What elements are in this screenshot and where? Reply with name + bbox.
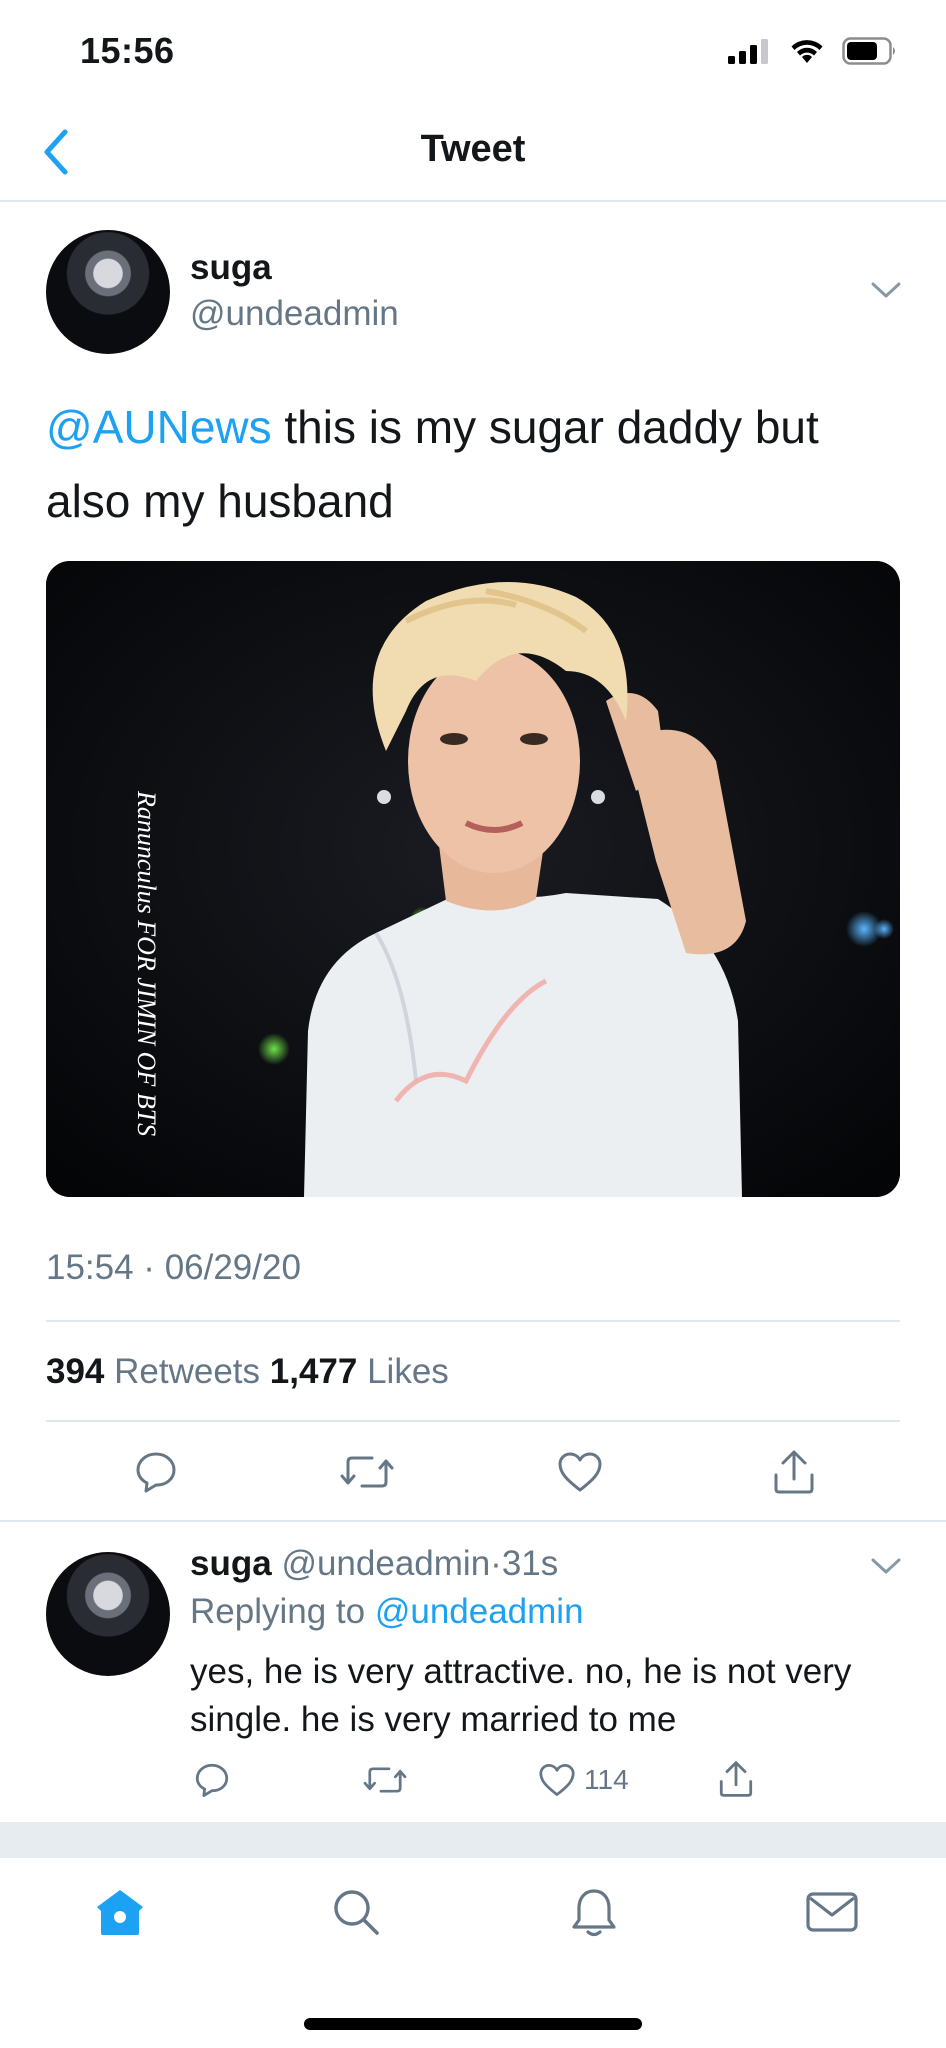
photo-illustration: Ranunculus FOR JIMIN OF BTS [46,561,900,1197]
retweet-button[interactable] [336,1444,398,1500]
author-handle[interactable]: @undeadmin [190,294,399,334]
likes-label[interactable]: Likes [357,1352,449,1391]
tweet-menu-button[interactable] [870,280,902,305]
tab-messages[interactable] [800,1882,864,1942]
reply-reply-button[interactable] [190,1758,234,1802]
reply-icon [136,1452,176,1493]
tweet-image[interactable]: Ranunculus FOR JIMIN OF BTS [46,561,900,1197]
actions-divider [0,1520,946,1522]
like-icon [539,1764,575,1796]
signal-icon [728,39,768,64]
tab-notifications[interactable] [564,1882,624,1942]
share-button[interactable] [766,1442,822,1502]
chevron-down-icon [871,1558,901,1574]
feed-separator [0,1822,946,1858]
avatar[interactable] [46,230,170,354]
wifi-icon [791,40,823,63]
status-time: 15:56 [80,30,175,71]
replying-prefix: Replying to [190,1592,375,1631]
retweets-count[interactable]: 394 [46,1352,104,1391]
home-icon [97,1890,143,1935]
like-icon [558,1452,602,1492]
reply-icon [195,1763,229,1797]
tweet-text: @AUNews this is my sugar daddy but also … [46,390,906,538]
share-icon [774,1450,814,1494]
tab-home[interactable] [90,1882,150,1942]
share-icon [719,1761,753,1797]
author-name[interactable]: suga [190,248,272,288]
reply-button[interactable] [128,1444,184,1500]
like-button[interactable] [552,1444,608,1500]
replying-to: Replying to @undeadmin [190,1592,584,1632]
timestamp-divider [46,1320,900,1322]
mention-link[interactable]: @AUNews [46,401,272,453]
reply-share-button[interactable] [714,1756,758,1802]
retweet-icon [340,1456,394,1488]
reply-text: yes, he is very attractive. no, he is no… [190,1652,852,1739]
reply-age: 31s [501,1544,559,1583]
reply-author-handle[interactable]: @undeadmin [281,1544,490,1583]
tab-search[interactable] [326,1882,386,1942]
tweet-timestamp: 15:54 · 06/29/20 [46,1248,301,1287]
nav-divider [0,200,946,202]
reply-like-count: 114 [584,1764,629,1795]
retweets-label[interactable]: Retweets [104,1352,269,1391]
search-icon [334,1890,379,1935]
reply-like-button[interactable]: 114 [538,1760,629,1800]
likes-count[interactable]: 1,477 [270,1352,358,1391]
retweet-icon [363,1767,407,1793]
battery-icon [842,37,895,65]
notifications-icon [572,1889,616,1937]
reply-author-name[interactable]: suga [190,1544,272,1583]
replying-to-link[interactable]: @undeadmin [375,1592,584,1631]
reply-menu-button[interactable] [870,1556,902,1581]
engagement-stats: 394 Retweets 1,477 Likes [46,1352,449,1392]
reply-retweet-button[interactable] [360,1760,410,1800]
page-title: Tweet [420,128,526,170]
chevron-down-icon [871,282,901,298]
reply-avatar[interactable] [46,1552,170,1676]
stats-divider [46,1420,900,1422]
reply-header: suga @undeadmin·31s [190,1544,558,1584]
messages-icon [806,1892,858,1932]
home-indicator [304,2018,642,2030]
image-watermark: Ranunculus FOR JIMIN OF BTS [132,790,161,1136]
status-icons [728,34,898,68]
reply-separator: · [490,1544,502,1583]
